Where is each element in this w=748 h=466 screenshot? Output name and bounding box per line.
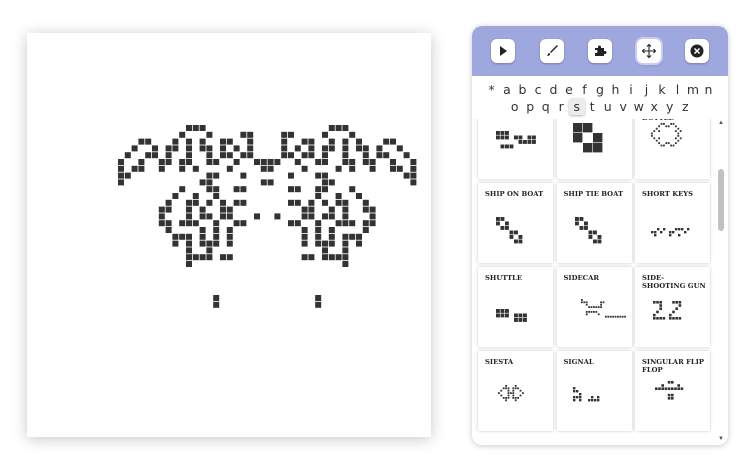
letter-p[interactable]: p [523,98,539,115]
pattern-card[interactable]: SHORT KEYS [635,183,710,263]
letter-v[interactable]: v [616,98,632,115]
letter-d[interactable]: d [546,81,562,98]
puzzle-button[interactable] [588,39,612,63]
letter-i[interactable]: i [623,81,639,98]
letter-row-1: * a b c d e f g h i j k l m n [482,81,718,98]
letter-n[interactable]: n [701,81,717,98]
letter-row-2: opqrstuvwxyz [482,98,718,115]
pattern-title: SINGULAR FLIP FLOP [642,358,704,374]
close-icon [690,44,704,58]
letter-o[interactable]: o [507,98,523,115]
letter-all[interactable]: * [484,81,500,98]
letter-l[interactable]: l [670,81,686,98]
pattern-row: SGRSHIP SHIP IN A BOTTLE [478,119,714,179]
puzzle-icon [595,45,607,56]
letter-t[interactable]: t [585,98,601,115]
letter-b[interactable]: b [515,81,531,98]
letter-s[interactable]: s [569,98,585,115]
letter-f[interactable]: f [577,81,593,98]
letter-e[interactable]: e [561,81,577,98]
pattern-grid[interactable]: SGRSHIPSHIP IN A BOTTLESHIP ON BOATSHIP … [472,119,728,445]
move-button[interactable] [636,39,661,63]
brush-button[interactable] [539,39,564,63]
pattern-card[interactable]: SHIP IN A BOTTLE [635,119,710,179]
play-icon [500,46,507,56]
pattern-card[interactable]: SIDE-SHOOTING GUN [635,267,710,347]
scrollbar[interactable]: ▲ ▼ [717,119,725,445]
letter-r[interactable]: r [554,98,570,115]
pattern-thumbnail [572,123,602,153]
letter-z[interactable]: z [678,98,694,115]
pattern-title: SHUTTLE [485,274,523,282]
letter-u[interactable]: u [600,98,616,115]
pattern-title: SHIP ON BOAT [485,190,544,198]
pattern-title: SIGNAL [563,358,594,366]
main-canvas[interactable] [27,33,431,437]
pattern-list: SGRSHIPSHIP IN A BOTTLESHIP ON BOATSHIP … [478,119,714,435]
letter-filter: * a b c d e f g h i j k l m n opqrstuvwxyz [472,76,728,117]
pattern-card[interactable]: SIESTA [478,351,553,431]
pattern-display[interactable] [27,33,431,437]
scroll-down-arrow[interactable]: ▼ [717,436,725,442]
letter-a[interactable]: a [499,81,515,98]
pattern-thumbnail [496,131,536,149]
pattern-library-panel: *abcdefghijklmn opqrstuvwxyz SGRSHIPSHIP… [472,26,728,445]
close-button[interactable] [685,39,709,63]
pattern-row: SHUTTLE SIDECAR SIDE-SHOOTING GUN [478,267,714,347]
brush-icon [546,45,558,56]
letter-x[interactable]: x [647,98,663,115]
letter-h[interactable]: h [608,81,624,98]
pattern-card[interactable]: SGR [478,119,553,179]
letter-q[interactable]: q [538,98,554,115]
play-button[interactable] [491,39,515,63]
toolbar [472,26,728,76]
letter-c[interactable]: c [530,81,546,98]
pattern-title: SHIP IN A BOTTLE [642,119,706,122]
pattern-card[interactable]: SINGULAR FLIP FLOP [635,351,710,431]
pattern-thumbnail [651,123,682,147]
scroll-up-arrow[interactable]: ▲ [717,120,725,126]
pattern-card[interactable]: SHIP ON BOAT [478,183,553,263]
move-icon [641,43,656,59]
pattern-row: SIESTA SIGNAL SINGULAR FLIP FLOP [478,351,714,431]
letter-k[interactable]: k [654,81,670,98]
pattern-card[interactable]: SHIP [556,119,632,179]
pattern-title: SHIP TIE BOAT [563,190,624,198]
pattern-card[interactable]: SIDECAR [556,267,632,347]
pattern-row: SHIP ON BOAT SHIP TIE BOAT SHORT KEYS [478,183,714,263]
pattern-card[interactable]: SHIP TIE BOAT [556,183,632,263]
letter-y[interactable]: y [662,98,678,115]
pattern-title: SIESTA [485,358,514,366]
letter-g[interactable]: g [592,81,608,98]
pattern-title: SIDECAR [563,274,600,282]
letter-m[interactable]: m [685,81,701,98]
letter-w[interactable]: w [631,98,647,115]
letter-j[interactable]: j [639,81,655,98]
pattern-title: SHORT KEYS [642,190,694,198]
pattern-title: SIDE-SHOOTING GUN [642,274,706,290]
pattern-card[interactable]: SHUTTLE [478,267,553,347]
scroll-thumb[interactable] [718,169,724,231]
pattern-card[interactable]: SIGNAL [556,351,632,431]
